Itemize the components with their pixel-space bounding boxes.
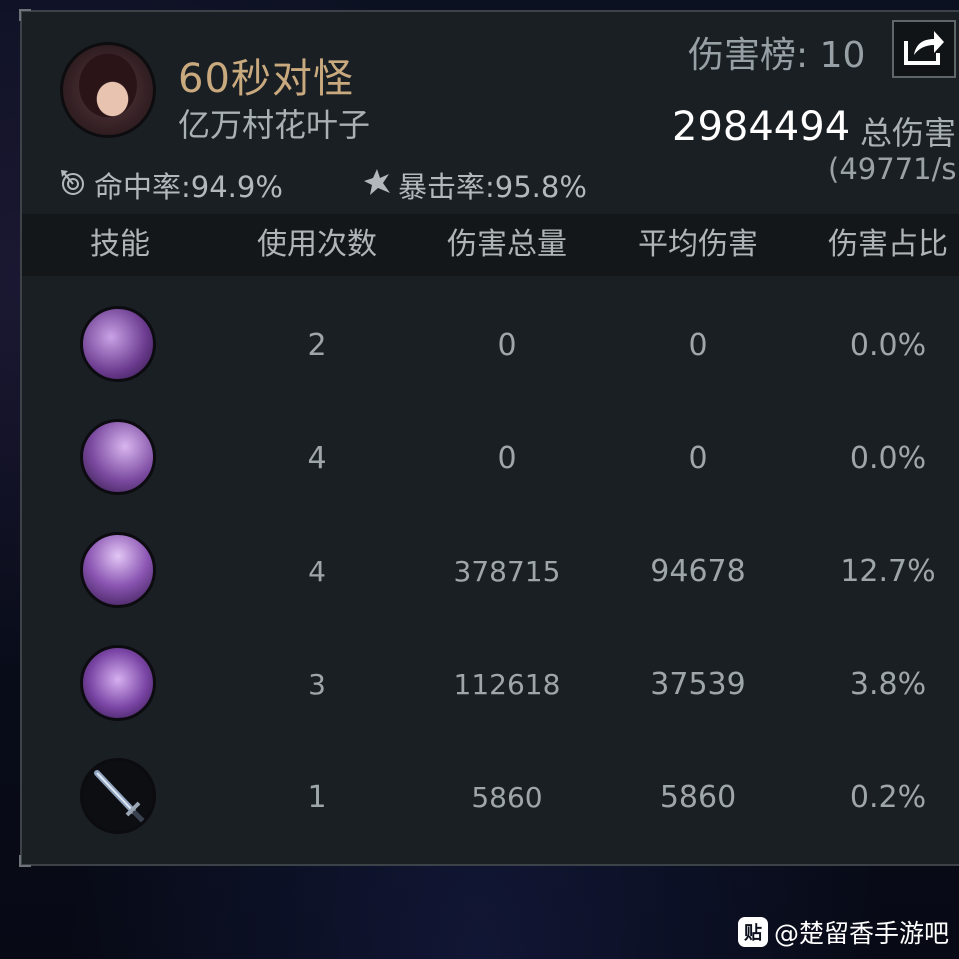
hit-rate-text: 命中率:94.9%	[94, 170, 283, 204]
column-uses: 使用次数	[257, 227, 377, 262]
uses-cell: 2	[307, 328, 327, 363]
table-row: 2 0 0 0.0%	[22, 286, 959, 399]
damage-stats-panel: 60秒对怪 亿万村花叶子 命中率:94.9% 暴击率:95.8% 伤害榜: 10	[19, 9, 959, 867]
total-damage-label: 总伤害	[860, 114, 957, 152]
crit-rate-stat: 暴击率:95.8%	[362, 164, 587, 206]
purple-whirl-skill-icon[interactable]	[80, 645, 156, 721]
uses-cell: 3	[308, 668, 326, 701]
total-damage-value: 2984494	[672, 104, 851, 150]
sword-icon	[94, 770, 146, 824]
share-button[interactable]	[892, 20, 956, 78]
crit-burst-icon	[362, 167, 398, 204]
team-name: 60秒对怪	[178, 56, 354, 102]
crit-rate-text: 暴击率:95.8%	[398, 170, 587, 204]
purple-leap-skill-icon[interactable]	[80, 306, 156, 382]
player-name: 亿万村花叶子	[178, 106, 371, 144]
uses-cell: 4	[307, 441, 327, 476]
damage-share-cell: 3.8%	[849, 667, 927, 702]
panel-corner-top-left	[19, 9, 31, 21]
damage-share-cell: 0.0%	[849, 441, 927, 476]
sword-skill-icon[interactable]	[80, 758, 156, 834]
total-damage-cell: 0	[497, 441, 517, 476]
table-row: 4 378715 94678 12.7%	[22, 512, 959, 625]
average-damage-cell: 94678	[650, 554, 746, 589]
column-damage-share: 伤害占比	[828, 227, 948, 262]
damage-share-cell: 12.7%	[840, 554, 936, 589]
purple-chain-skill-icon[interactable]	[80, 532, 156, 608]
total-damage-cell: 378715	[453, 555, 561, 588]
watermark-text: @楚留香手游吧	[774, 919, 950, 948]
tieba-logo: 贴	[738, 917, 768, 947]
uses-cell: 1	[307, 780, 327, 815]
damage-share-cell: 0.0%	[849, 328, 927, 363]
total-damage-cell: 0	[497, 328, 517, 363]
table-row: 4 0 0 0.0%	[22, 399, 959, 512]
player-avatar[interactable]	[60, 42, 156, 138]
uses-cell: 4	[308, 555, 326, 588]
table-header: 技能 使用次数 伤害总量 平均伤害 伤害占比	[22, 214, 959, 276]
skill-table-body: 2 0 0 0.0% 4 0 0 0.0% 4 378715 94678 12.…	[22, 286, 959, 851]
damage-share-cell: 0.2%	[849, 780, 927, 815]
average-damage-cell: 37539	[650, 667, 746, 702]
column-average-damage: 平均伤害	[638, 227, 758, 262]
total-damage-cell: 5860	[471, 781, 543, 814]
purple-dash-skill-icon[interactable]	[80, 419, 156, 495]
hit-rate-stat: 命中率:94.9%	[58, 164, 283, 206]
average-damage-cell: 0	[688, 441, 708, 476]
damage-rank: 伤害榜: 10	[688, 35, 866, 76]
damage-per-second: (49771/s)	[828, 152, 959, 186]
column-skill: 技能	[90, 227, 150, 262]
table-row: 3 112618 37539 3.8%	[22, 625, 959, 738]
watermark: 贴 @楚留香手游吧	[738, 914, 949, 950]
panel-corner-bottom-left	[19, 855, 31, 867]
column-total-damage: 伤害总量	[447, 227, 567, 262]
target-icon	[58, 167, 94, 204]
total-damage-cell: 112618	[453, 668, 561, 701]
average-damage-cell: 5860	[659, 780, 737, 815]
average-damage-cell: 0	[688, 328, 708, 363]
share-icon	[902, 27, 946, 71]
table-row: 1 5860 5860 0.2%	[22, 738, 959, 851]
